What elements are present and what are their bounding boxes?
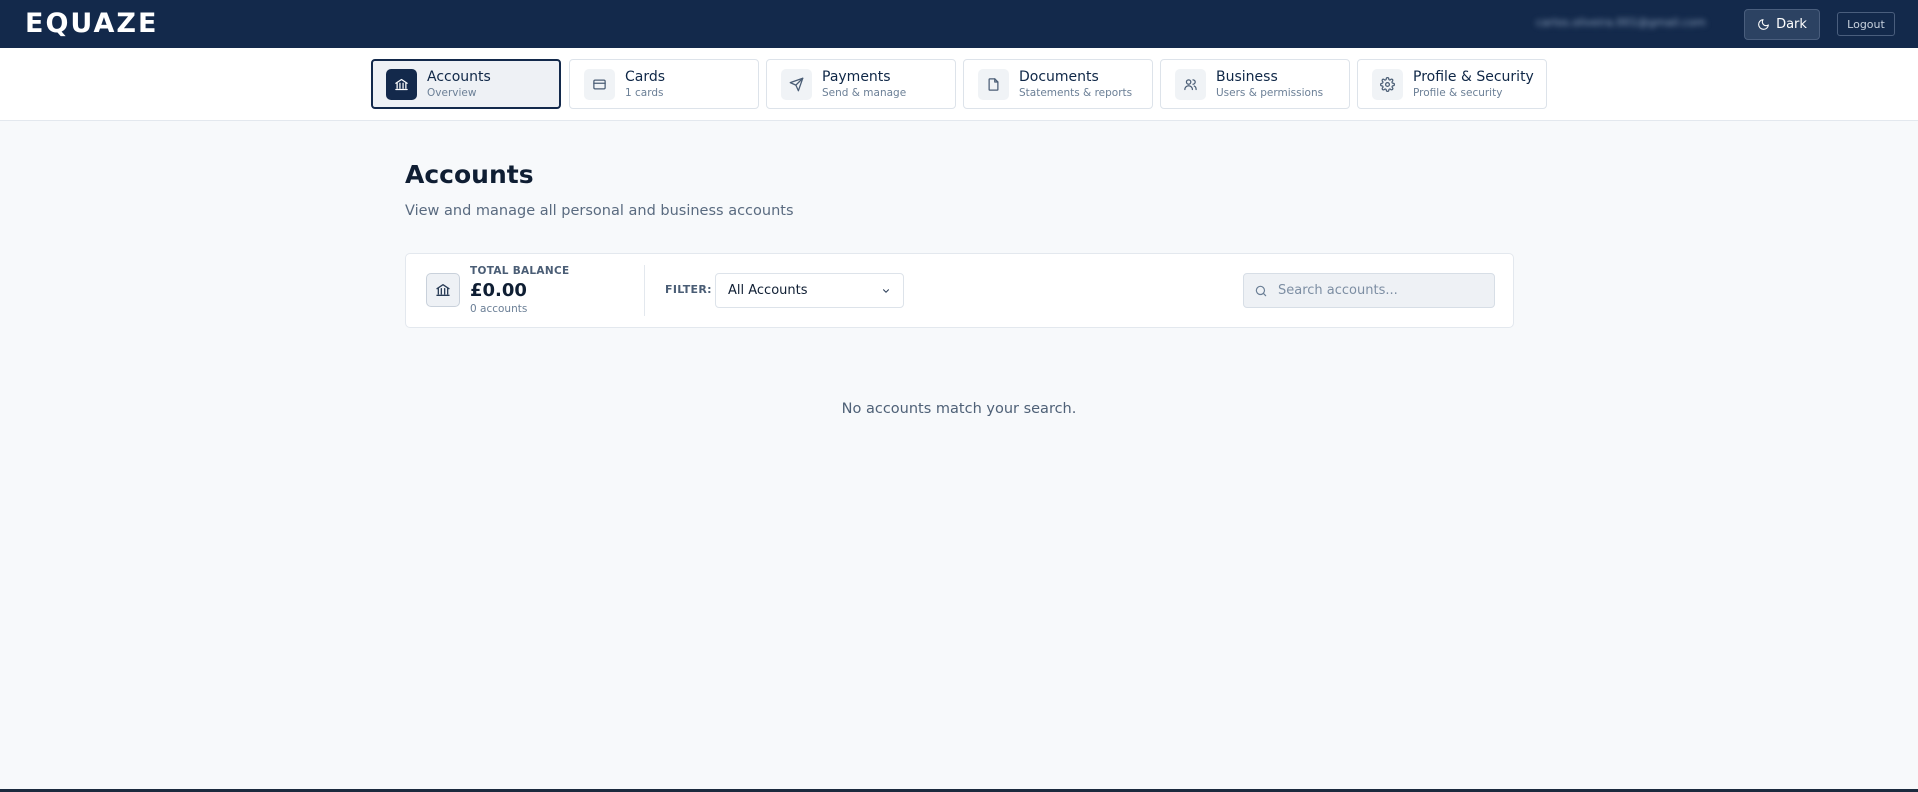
chevron-down-icon [882, 289, 890, 293]
app-logo[interactable]: EQUAZE [25, 9, 158, 39]
tab-label: Cards [625, 68, 666, 85]
tab-cards[interactable]: Cards 1 cards [569, 59, 759, 109]
theme-toggle-button[interactable]: Dark [1744, 9, 1820, 40]
divider [644, 265, 645, 316]
main-nav: Accounts Overview Cards 1 cards Payments… [0, 48, 1918, 121]
search-input[interactable] [1278, 283, 1478, 298]
tab-sublabel: Users & permissions [1216, 86, 1324, 99]
account-count: 0 accounts [470, 303, 528, 315]
document-icon [988, 77, 999, 91]
tab-payments[interactable]: Payments Send & manage [766, 59, 956, 109]
gear-icon [1380, 76, 1395, 92]
search-icon [1255, 285, 1267, 296]
tab-business[interactable]: Business Users & permissions [1160, 59, 1350, 109]
page-title: Accounts [405, 160, 534, 189]
moon-icon [1758, 19, 1769, 30]
total-balance-value: £0.00 [470, 280, 527, 301]
tab-label: Accounts [427, 68, 491, 85]
top-bar: EQUAZE carlos.oliveira.001@gmail.com Dar… [0, 0, 1918, 48]
balance-summary-card: TOTAL BALANCE £0.00 0 accounts FILTER: A… [405, 253, 1514, 328]
tab-sublabel: Send & manage [822, 86, 907, 99]
filter-label: FILTER: [665, 283, 712, 296]
theme-toggle-label: Dark [1776, 17, 1807, 32]
send-icon [789, 77, 804, 91]
tab-sublabel: Statements & reports [1019, 86, 1133, 99]
credit-card-icon [593, 79, 606, 89]
user-email: carlos.oliveira.001@gmail.com [1536, 16, 1706, 29]
tab-label: Documents [1019, 68, 1099, 85]
tab-sublabel: Profile & security [1413, 86, 1503, 99]
empty-state-message: No accounts match your search. [841, 401, 1077, 417]
tab-accounts[interactable]: Accounts Overview [371, 59, 561, 109]
tab-label: Payments [822, 68, 891, 85]
bank-icon [395, 78, 408, 90]
users-icon [1184, 78, 1197, 90]
logout-button[interactable]: Logout [1837, 12, 1895, 36]
tab-profile-security[interactable]: Profile & Security Profile & security [1357, 59, 1547, 109]
tab-label: Profile & Security [1413, 68, 1534, 85]
tab-label: Business [1216, 68, 1278, 85]
filter-selected-value: All Accounts [728, 283, 808, 298]
bank-icon [436, 284, 450, 296]
account-filter-select[interactable]: All Accounts [715, 273, 904, 308]
tab-sublabel: 1 cards [625, 86, 664, 99]
tab-sublabel: Overview [427, 86, 477, 99]
total-balance-label: TOTAL BALANCE [470, 265, 570, 277]
tab-documents[interactable]: Documents Statements & reports [963, 59, 1153, 109]
account-search[interactable] [1243, 273, 1495, 308]
page-subtitle: View and manage all personal and busines… [405, 203, 794, 219]
